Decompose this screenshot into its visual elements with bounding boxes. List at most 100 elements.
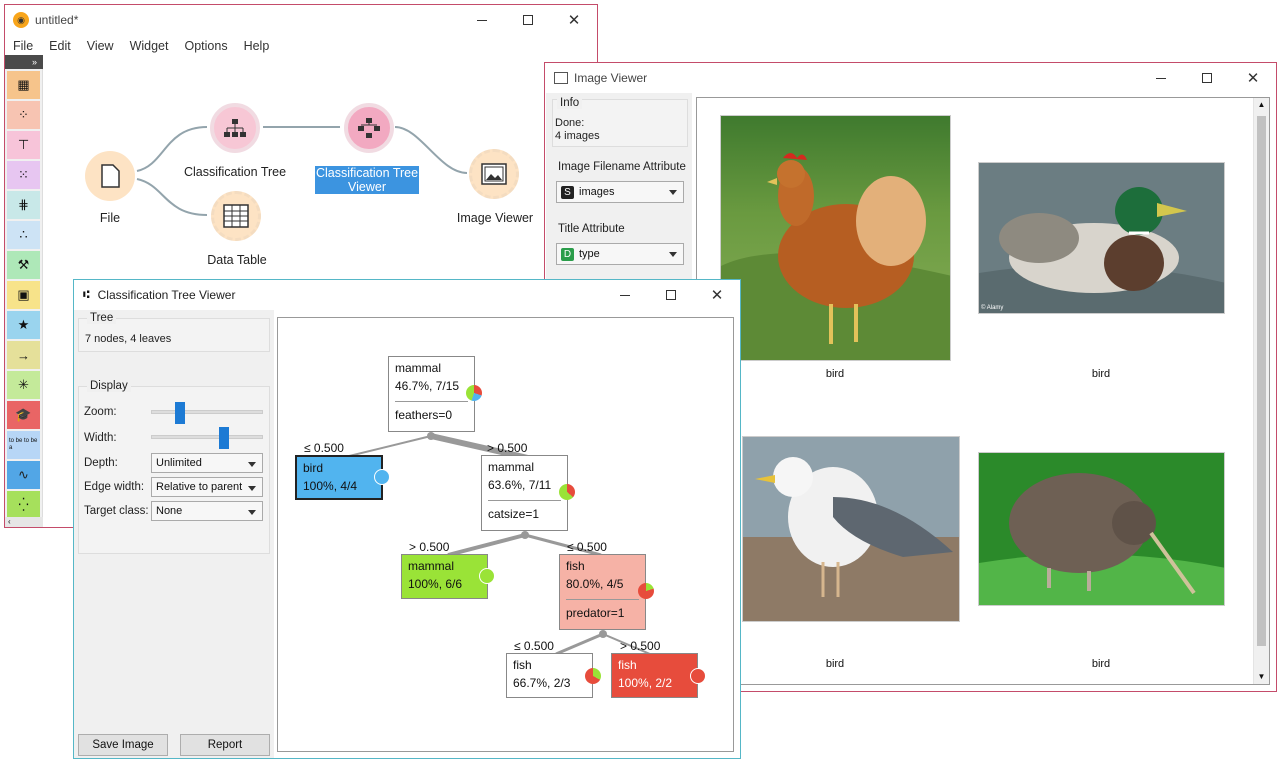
tree-viewer-controls: Tree 7 nodes, 4 leaves Display Zoom: Wid… [74,310,274,758]
menu-widget[interactable]: Widget [122,39,177,53]
tree-viewer-label: Classification Tree Viewer [315,166,419,194]
maximize-button[interactable] [505,5,551,35]
target-class-combo[interactable]: None [151,501,263,521]
node-stat: 100%, 4/4 [303,479,358,493]
tree-canvas[interactable]: ≤ 0.500 > 0.500 > 0.500 ≤ 0.500 ≤ 0.500 … [277,317,734,752]
node-class: mammal [395,361,442,375]
filename-attr-combo[interactable]: S images [556,181,684,203]
file-icon [101,164,120,188]
node-split: feathers=0 [395,408,453,422]
chevron-down-icon [248,486,256,491]
chevron-down-icon [248,510,256,515]
title-attr-combo[interactable]: D type [556,243,684,265]
edge-label: ≤ 0.500 [514,639,554,653]
close-button[interactable]: ✕ [551,5,597,35]
tree-node-mammal-leaf[interactable]: mammal 100%, 6/6 [401,554,488,599]
image-thumbnail-seagull[interactable] [742,436,960,622]
node-distribution-pie [559,484,575,500]
tree-grid-icon[interactable]: ⋕ [7,191,40,219]
depth-combo[interactable]: Unlimited [151,453,263,473]
tree-node-fish[interactable]: fish 80.0%, 4/5 predator=1 [559,554,646,630]
seagull-image [743,437,959,621]
zoom-slider-handle[interactable] [175,402,185,424]
image-grid[interactable]: bird © Alamy bird bird bird ▲ ▼ [696,97,1270,685]
classification-tree-label: Classification Tree [183,165,287,179]
zoom-slider[interactable] [151,410,263,414]
node-distribution-pie [690,668,706,684]
node-distribution-pie [638,583,654,599]
maximize-button[interactable] [1184,63,1230,93]
star-icon[interactable]: ★ [7,311,40,339]
edge-width-combo[interactable]: Relative to parent [151,477,263,497]
node-stat: 63.6%, 7/11 [488,478,552,492]
image-scrollbar[interactable]: ▲ ▼ [1253,98,1269,684]
scatter-small-icon[interactable]: ⁛ [7,491,40,519]
menu-options[interactable]: Options [176,39,235,53]
tree-node-root[interactable]: mammal 46.7%, 7/15 feathers=0 [388,356,475,432]
scroll-up-icon[interactable]: ▲ [1254,98,1269,112]
minimize-button[interactable] [1138,63,1184,93]
node-stat: 80.0%, 4/5 [566,577,624,591]
report-button[interactable]: Report [180,734,270,756]
orange-logo-icon: ◉ [13,12,29,28]
image-thumbnail-duck[interactable]: © Alamy [978,162,1225,314]
close-button[interactable]: ✕ [1230,63,1276,93]
tree-node-fish-leaf2[interactable]: fish 100%, 2/2 [611,653,698,698]
tree-node-fish-leaf1[interactable]: fish 66.7%, 2/3 [506,653,593,698]
width-slider-handle[interactable] [219,427,229,449]
line-chart-icon[interactable]: ∿ [7,461,40,489]
scroll-thumb[interactable] [1257,116,1266,646]
to-be-text-icon[interactable]: to be to be a [7,431,40,459]
width-slider[interactable] [151,435,263,439]
file-node[interactable] [85,151,135,201]
scatter-icon[interactable]: ⁘ [7,101,40,129]
image-viewer-node[interactable] [469,149,519,199]
tree-viewer-node[interactable] [344,103,394,153]
menu-view[interactable]: View [79,39,122,53]
depth-value: Unlimited [156,457,202,469]
network-icon[interactable]: ✳ [7,371,40,399]
points-icon[interactable]: ∴ [7,221,40,249]
tree-viewer-icon [358,118,380,138]
kiwi-image [979,453,1224,605]
close-button[interactable]: ✕ [694,280,740,310]
scroll-down-icon[interactable]: ▼ [1254,670,1269,684]
minimize-button[interactable] [602,280,648,310]
menu-file[interactable]: File [5,39,41,53]
image-thumbnail-chicken[interactable] [720,115,951,361]
image-caption-4: bird [1091,658,1111,670]
edge-width-value: Relative to parent [156,481,243,493]
node-stat: 66.7%, 2/3 [513,676,571,690]
node-class: fish [513,658,532,672]
table-icon[interactable]: ▦ [7,71,40,99]
tree-node-mammal-mid[interactable]: mammal 63.6%, 7/11 catsize=1 [481,455,568,531]
image-icon[interactable]: ▣ [7,281,40,309]
tree-node-bird[interactable]: bird 100%, 4/4 [295,455,383,500]
menu-help[interactable]: Help [236,39,278,53]
tree-viewer-label-line1: Classification Tree [315,166,419,180]
minimize-button[interactable] [459,5,505,35]
gear-person-icon[interactable]: ⚒ [7,251,40,279]
edge-width-label: Edge width: [84,481,145,493]
data-table-node[interactable] [211,191,261,241]
toolbox-expand-icon[interactable]: » [5,55,43,69]
chevron-down-icon [669,252,677,257]
scatter-dots-icon[interactable]: ⁙ [7,161,40,189]
edge-label: > 0.500 [620,639,661,653]
menu-edit[interactable]: Edit [41,39,79,53]
graduation-cap-icon[interactable]: 🎓 [7,401,40,429]
arrows-icon[interactable]: → [7,341,40,369]
image-viewer-title: Image Viewer [574,71,648,85]
maximize-button[interactable] [648,280,694,310]
target-class-value: None [156,505,183,517]
image-thumbnail-kiwi[interactable] [978,452,1225,606]
filename-attr-title: Image Filename Attribute [558,161,686,173]
tree-box-title: Tree [87,312,117,324]
toolbox-scrollbar[interactable]: ‹ [5,517,43,527]
title-attr-value: type [579,248,600,260]
image-viewer-node-label: Image Viewer [456,211,534,225]
classification-tree-node[interactable] [210,103,260,153]
tree-icon[interactable]: ⊤ [7,131,40,159]
save-image-button[interactable]: Save Image [78,734,168,756]
duck-image [979,163,1224,313]
